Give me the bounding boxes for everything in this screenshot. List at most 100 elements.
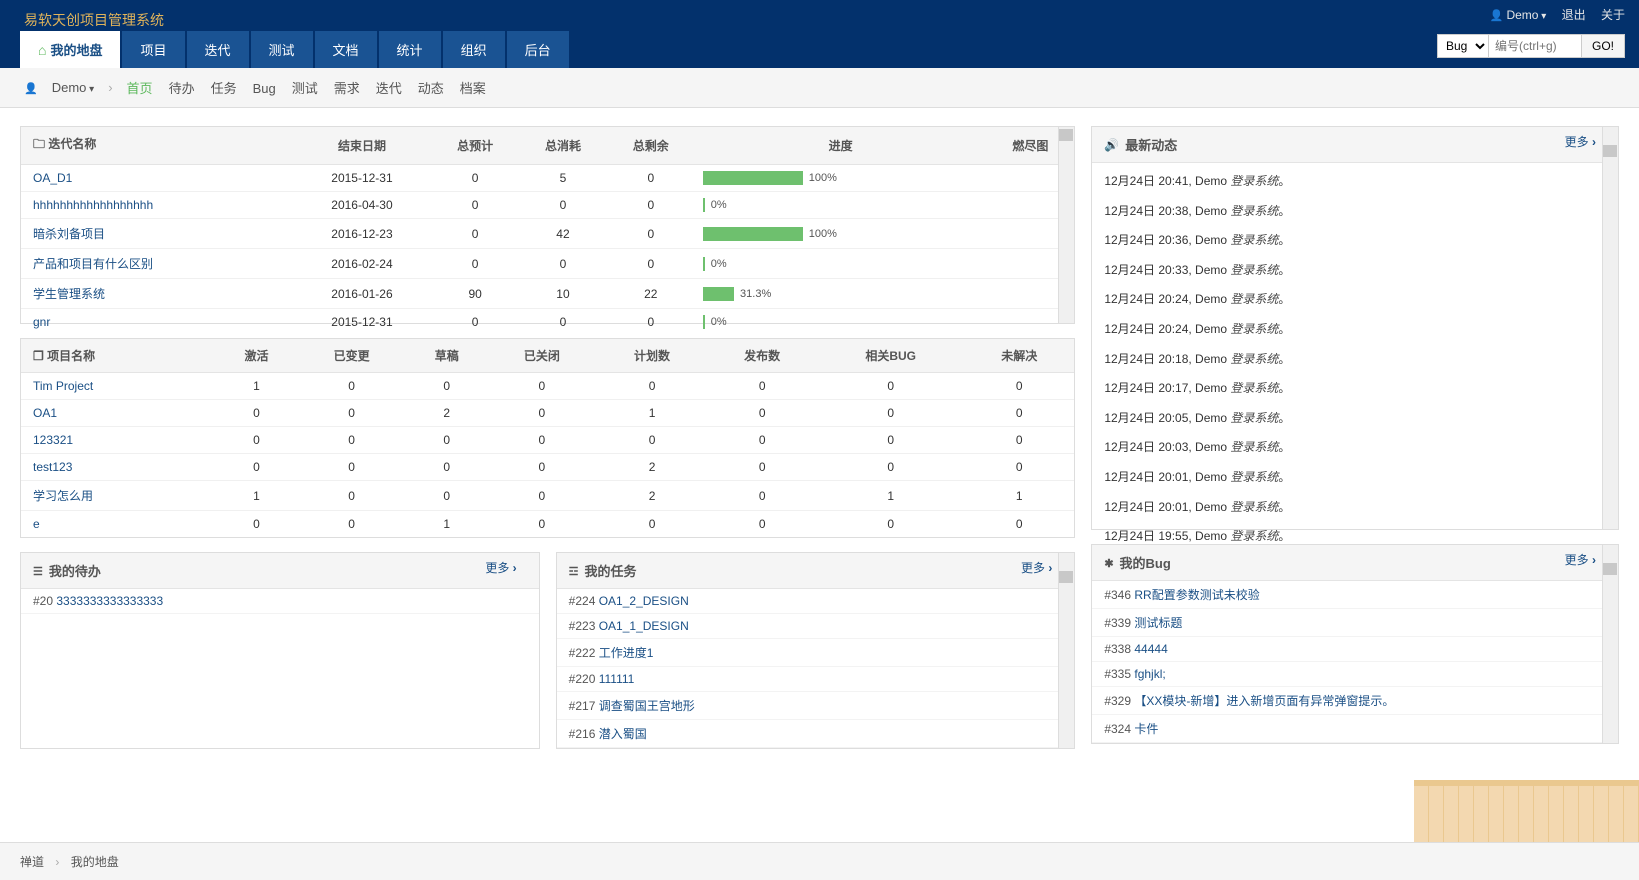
item-link[interactable]: 111111 [599,672,635,686]
list-icon [33,563,43,578]
cell: 0 [407,454,487,481]
progress: 0% [699,198,983,212]
scrollbar[interactable] [1058,127,1074,323]
cell: 0 [964,373,1074,400]
sub-nav-item[interactable]: 迭代 [368,81,410,96]
user-label: Demo [1506,8,1538,22]
tasks-panel: 我的任务 更多 #224 OA1_2_DESIGN#223 OA1_1_DESI… [556,552,1076,749]
main-nav-tab[interactable]: 后台 [507,31,569,68]
list-item: #338 44444 [1092,637,1618,662]
list-item: #324 卡件 [1092,715,1618,743]
iteration-link[interactable]: 学生管理系统 [33,287,105,301]
cell: 2 [597,481,707,511]
item-id: #338 [1104,642,1131,656]
cell: 0 [431,249,519,279]
main-nav-tab[interactable]: 迭代 [187,31,249,68]
main-nav-tab[interactable]: 文档 [315,31,377,68]
item-link[interactable]: OA1_1_DESIGN [599,619,689,633]
logout-link[interactable]: 退出 [1562,8,1586,22]
item-link[interactable]: 潜入蜀国 [599,727,647,741]
scroll-up-icon[interactable] [1603,145,1617,157]
list-item: #216 潜入蜀国 [557,720,1075,748]
item-link[interactable]: 调查蜀国王宫地形 [599,699,695,713]
cell: 0 [431,165,519,192]
footer-current-link[interactable]: 我的地盘 [71,855,119,869]
scrollbar[interactable] [1602,545,1618,743]
iteration-link[interactable]: OA_D1 [33,171,72,185]
project-link[interactable]: test123 [33,460,72,474]
todo-panel: 我的待办 更多 #20 3333333333333333 [20,552,540,749]
tasks-more-link[interactable]: 更多 [1021,559,1052,576]
cell: 0 [407,373,487,400]
sub-nav-item[interactable]: 需求 [326,81,368,96]
item-link[interactable]: 【XX模块-新增】进入新增页面有异常弹窗提示。 [1134,694,1394,708]
search-go-button[interactable]: GO! [1581,34,1625,58]
bugs-more-link[interactable]: 更多 [1565,551,1596,568]
iteration-link[interactable]: hhhhhhhhhhhhhhhhhh [33,198,153,212]
user-menu[interactable]: Demo [1490,8,1547,22]
sub-nav-item[interactable]: Bug [245,81,284,96]
scroll-up-icon[interactable] [1059,571,1073,583]
item-link[interactable]: 3333333333333333 [56,594,163,608]
search-type-select[interactable]: Bug [1437,34,1489,58]
sub-nav-item[interactable]: 任务 [203,81,245,96]
scroll-up-icon[interactable] [1603,563,1617,575]
scrollbar[interactable] [1602,127,1618,529]
home-icon [38,42,46,58]
activity-item: 12月24日 20:17, Demo 登录系统。 [1092,374,1618,404]
iteration-link[interactable]: 暗杀刘备项目 [33,227,105,241]
quick-search: Bug GO! [1437,34,1625,58]
column-header: 发布数 [707,339,817,373]
panel-title: 我的待办 [49,561,101,580]
cell: 2016-01-26 [293,279,431,309]
project-link[interactable]: e [33,517,40,531]
search-input[interactable] [1488,34,1582,58]
sub-nav-item[interactable]: 动态 [410,81,452,96]
item-id: #216 [569,727,596,741]
item-link[interactable]: 工作进度1 [599,646,654,660]
item-link[interactable]: OA1_2_DESIGN [599,594,689,608]
table-row: Tim Project10000000 [21,373,1074,400]
progress: 0% [699,257,983,271]
cell: 0 [817,427,964,454]
project-link[interactable]: 123321 [33,433,73,447]
cell: 0 [964,511,1074,538]
sub-nav-item[interactable]: 档案 [452,81,494,96]
item-link[interactable]: fghjkl; [1134,667,1165,681]
item-link[interactable]: RR配置参数测试未校验 [1134,588,1259,602]
sub-nav-item[interactable]: 首页 [119,81,161,96]
activity-item: 12月24日 20:38, Demo 登录系统。 [1092,197,1618,227]
sub-nav: Demo › 首页待办任务Bug测试需求迭代动态档案 [0,68,1639,108]
main-nav-tab[interactable]: 我的地盘 [20,31,120,68]
item-link[interactable]: 测试标题 [1134,616,1182,630]
cell: 0 [431,192,519,219]
project-panel: 项目名称激活已变更草稿已关闭计划数发布数相关BUG未解决 Tim Project… [20,338,1075,538]
main-nav-tab[interactable]: 统计 [379,31,441,68]
item-id: #217 [569,699,596,713]
scroll-up-icon[interactable] [1059,129,1073,141]
cell: 0 [964,454,1074,481]
about-link[interactable]: 关于 [1601,8,1625,22]
cell: 0 [817,511,964,538]
item-link[interactable]: 44444 [1134,642,1167,656]
main-nav-tab[interactable]: 组织 [443,31,505,68]
todo-more-link[interactable]: 更多 [485,559,516,576]
iteration-link[interactable]: 产品和项目有什么区别 [33,257,153,271]
footer-root-link[interactable]: 禅道 [20,855,44,869]
table-row: OA100201000 [21,400,1074,427]
main-nav-tab[interactable]: 项目 [122,31,184,68]
project-link[interactable]: 学习怎么用 [33,489,93,503]
activity-panel: 最新动态 更多 12月24日 20:41, Demo 登录系统。12月24日 2… [1091,126,1619,530]
sub-nav-user[interactable]: Demo [44,80,103,95]
scrollbar[interactable] [1058,553,1074,748]
project-link[interactable]: OA1 [33,406,57,420]
cell: 0 [707,400,817,427]
iteration-link[interactable]: gnr [33,315,50,329]
sub-nav-item[interactable]: 待办 [161,81,203,96]
project-link[interactable]: Tim Project [33,379,93,393]
sub-nav-item[interactable]: 测试 [284,81,326,96]
activity-more-link[interactable]: 更多 [1565,133,1596,150]
item-link[interactable]: 卡件 [1134,722,1158,736]
cell: 0 [297,427,407,454]
main-nav-tab[interactable]: 测试 [251,31,313,68]
